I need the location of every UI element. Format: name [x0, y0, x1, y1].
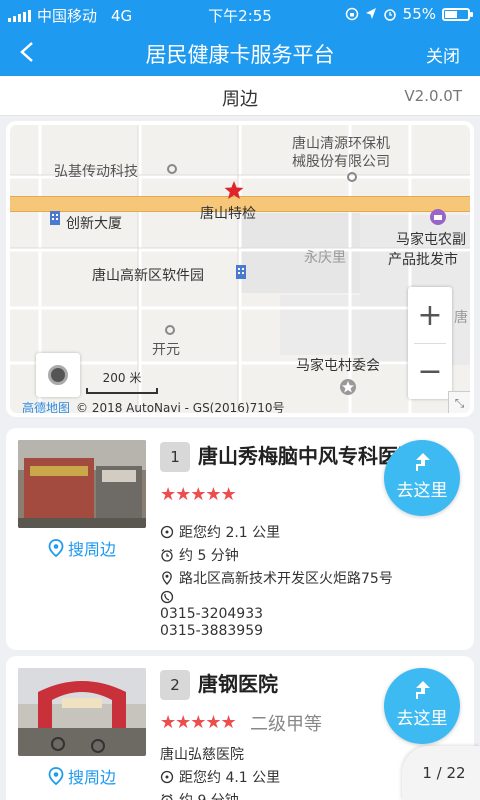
map-label: 唐山高新区软件园: [92, 268, 204, 284]
zoom-out-button[interactable]: −: [408, 343, 452, 399]
turn-arrow-icon: [416, 453, 430, 471]
map-label: 马家屯农副: [396, 232, 466, 248]
map-logo: 高德地图: [22, 401, 71, 413]
rating-stars: ★★★★★: [160, 484, 237, 505]
battery-percent: 55%: [402, 5, 436, 23]
hospital-photo: [18, 668, 146, 756]
distance-info: 距您约 2.1 公里: [160, 522, 280, 542]
map-view[interactable]: 弘基传动科技 唐山清源环保机 械股份有限公司 创新大厦 唐山特检 马家屯农副 产…: [10, 125, 470, 413]
zoom-control: + −: [408, 287, 452, 399]
phone-number[interactable]: 0315-3204933: [160, 606, 263, 622]
page-title: 居民健康卡服务平台: [145, 43, 335, 67]
scale-bar: 200 米: [86, 369, 158, 394]
map-label: 开元: [152, 342, 180, 358]
hospital-photo: [18, 440, 146, 528]
page-indicator: 1 / 22: [402, 746, 480, 800]
map-card: 弘基传动科技 唐山清源环保机 械股份有限公司 创新大厦 唐山特检 马家屯农副 产…: [6, 121, 474, 417]
map-label: 械股份有限公司: [292, 154, 390, 170]
navigate-button[interactable]: 去这里: [384, 440, 460, 516]
locate-icon: [48, 365, 68, 385]
status-bar: 中国移动 4G 下午2:55 55%: [0, 0, 480, 28]
locate-button[interactable]: [36, 353, 80, 397]
hospital-alias: 唐山弘慈医院: [160, 747, 244, 763]
nav-header: 居民健康卡服务平台 关闭: [0, 28, 480, 76]
hospital-name: 唐钢医院: [198, 672, 278, 696]
alarm-clock-icon: [161, 794, 173, 800]
location-arrow-icon: [365, 8, 376, 19]
result-card[interactable]: 搜周边 1 唐山秀梅脑中风专科医院 ★★★★★ 距您约 2.1 公里 约 5 分…: [6, 428, 474, 650]
version-label: V2.0.0T: [404, 87, 462, 105]
map-label: 唐: [454, 310, 468, 326]
map-pin-icon: [48, 767, 64, 785]
expand-icon[interactable]: ⤡: [448, 391, 470, 413]
rating-stars: ★★★★★: [160, 712, 237, 733]
map-label: 唐山特检: [200, 206, 256, 222]
map-label: 产品批发市: [388, 252, 458, 268]
zoom-in-button[interactable]: +: [408, 287, 452, 343]
phone-icon: [160, 590, 174, 604]
map-label: 创新大厦: [66, 216, 122, 232]
scale-label: 200 米: [102, 371, 142, 385]
crosshair-icon: [160, 770, 174, 784]
map-label: 唐山清源环保机: [292, 136, 390, 152]
phone-icon-row: [160, 590, 174, 604]
map-pin-icon: [48, 539, 64, 557]
sub-header: 周边 V2.0.0T: [0, 76, 480, 116]
hospital-grade: 二级甲等: [250, 714, 322, 735]
crosshair-icon: [160, 525, 174, 539]
map-copyright: 高德地图 © 2018 AutoNavi - GS(2016)710号: [22, 401, 285, 413]
address-info: 路北区高新技术开发区火炬路75号: [160, 568, 393, 588]
alarm-clock-icon: [161, 549, 173, 562]
location-pin-icon: [162, 571, 172, 585]
duration-info: 约 5 分钟: [160, 545, 239, 565]
close-button[interactable]: 关闭: [426, 42, 460, 67]
map-label: 永庆里: [304, 250, 346, 266]
map-label: 马家屯村委会: [296, 358, 380, 374]
alarm-icon: [383, 9, 396, 21]
battery-icon: [442, 7, 473, 21]
result-index: 2: [160, 670, 190, 700]
distance-info: 距您约 4.1 公里: [160, 767, 280, 787]
phone-number[interactable]: 0315-3883959: [160, 623, 263, 639]
search-nearby-button[interactable]: 搜周边: [48, 536, 116, 560]
map-label: 弘基传动科技: [54, 164, 138, 180]
duration-info: 约 9 分钟: [160, 790, 239, 800]
search-nearby-button[interactable]: 搜周边: [48, 764, 116, 788]
lock-rotation-icon: [345, 7, 358, 21]
navigate-button[interactable]: 去这里: [384, 668, 460, 744]
turn-arrow-icon: [416, 681, 430, 699]
hospital-name: 唐山秀梅脑中风专科医院: [198, 444, 418, 468]
result-index: 1: [160, 442, 190, 472]
